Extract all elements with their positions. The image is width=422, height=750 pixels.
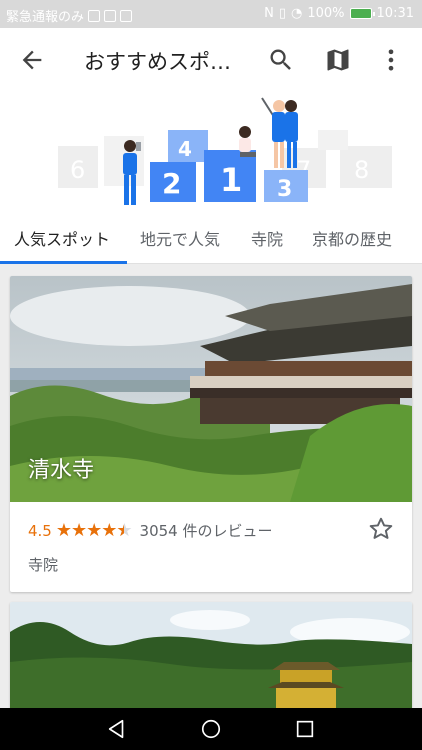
more-vert-icon[interactable] (377, 46, 405, 74)
system-navigation-bar (0, 708, 422, 750)
battery-percent: 100% (307, 6, 345, 21)
notification-icon (88, 9, 101, 22)
rating-value: 4.5 (28, 521, 52, 540)
podium-illustration: 6 7 8 4 2 1 3 (58, 97, 392, 205)
podium-number-3: 3 (277, 177, 292, 202)
nav-back-icon[interactable] (106, 718, 128, 740)
battery-icon (349, 8, 375, 19)
clock: 10:31 (376, 6, 414, 21)
podium-number-4: 4 (178, 137, 192, 161)
place-category: 寺院 (28, 556, 59, 574)
tab-local-favorites[interactable]: 地元で人気 (140, 226, 220, 250)
status-bar: 緊急通報のみ N ▯ ◔ 100% 10:31 (0, 0, 422, 28)
header-illustration: 6 7 8 4 2 1 3 (0, 92, 422, 214)
search-icon[interactable] (267, 46, 295, 74)
rating-stars: ★★★★★★ (55, 520, 133, 541)
podium-number-2: 2 (162, 167, 181, 200)
place-photo[interactable]: 清水寺 (10, 276, 412, 502)
mail-icon (104, 9, 117, 22)
app-bar: おすすめスポ… (0, 28, 422, 92)
place-card[interactable]: 清水寺 4.5 ★★★★★★ 3054 件のレビュー 寺院 (10, 276, 412, 592)
status-left: 緊急通報のみ (6, 6, 133, 25)
place-card-2[interactable] (10, 602, 412, 722)
rating-row: 4.5 ★★★★★★ 3054 件のレビュー (28, 520, 273, 541)
nav-recents-icon[interactable] (294, 718, 316, 740)
save-star-icon[interactable] (368, 516, 394, 542)
nfc-icon: N (264, 6, 274, 21)
nav-home-icon[interactable] (200, 718, 222, 740)
notification-icon-2 (120, 9, 133, 22)
active-tab-indicator (0, 261, 127, 264)
bg-number-8: 8 (354, 156, 369, 184)
map-icon[interactable] (324, 46, 352, 74)
wifi-icon: ◔ (291, 6, 303, 21)
back-arrow-icon[interactable] (18, 46, 46, 74)
tab-temples[interactable]: 寺院 (251, 226, 283, 250)
review-count: 3054 件のレビュー (139, 522, 273, 540)
place-title: 清水寺 (28, 458, 95, 483)
tab-kyoto-history[interactable]: 京都の歴史 (312, 226, 392, 250)
kinkakuji-photo (10, 602, 412, 722)
status-carrier-text: 緊急通報のみ (6, 10, 85, 25)
category-tabs: 人気スポット 地元で人気 寺院 京都の歴史 (0, 214, 422, 264)
bg-number-6: 6 (70, 156, 85, 184)
vibrate-icon: ▯ (278, 6, 287, 21)
page-title: おすすめスポ… (84, 50, 231, 74)
podium-number-1: 1 (220, 161, 242, 199)
status-right: N ▯ ◔ 100% 10:31 (264, 6, 414, 21)
tab-popular-spots[interactable]: 人気スポット (14, 226, 110, 250)
